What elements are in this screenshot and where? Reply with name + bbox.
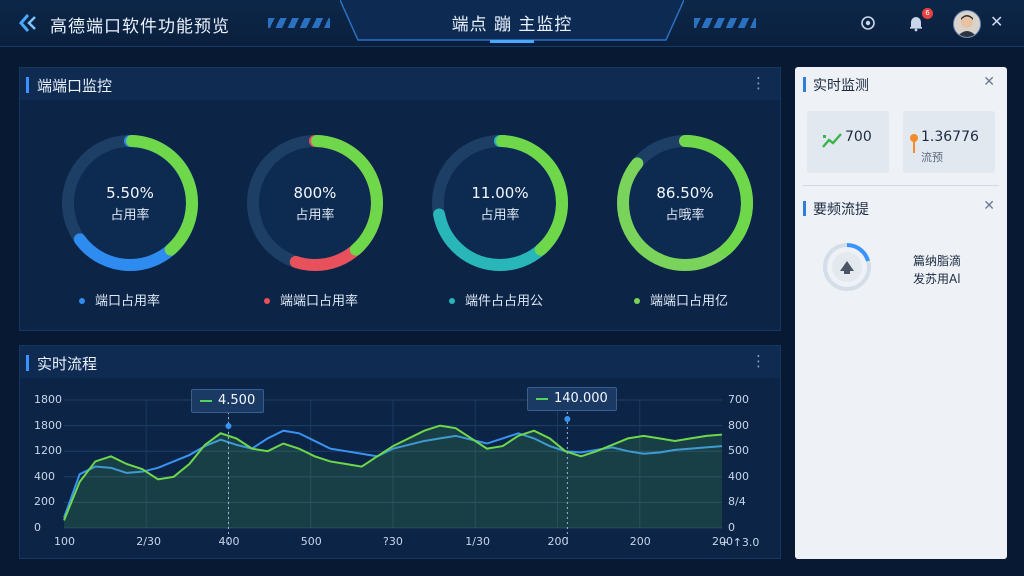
close-icon[interactable]: ✕ — [983, 198, 995, 214]
x-tick: 400 — [218, 535, 240, 548]
y-left-tick: 1200 — [34, 444, 62, 458]
x-tick: 200 — [547, 535, 569, 548]
y-right-tick: 800 — [728, 418, 749, 432]
y-right-tick: 500 — [728, 444, 749, 458]
header-accent — [803, 77, 806, 92]
x-tick: 1/30 — [465, 535, 490, 548]
tooltip-value-2: 140.000 — [554, 391, 608, 406]
stat-card-1[interactable]: 700 — [807, 111, 889, 173]
marker-point-1 — [225, 423, 232, 429]
header-accent — [803, 201, 806, 216]
divider — [803, 185, 999, 186]
y-right-tick: 8/4 — [728, 495, 746, 509]
chart-tooltip-1: 4.500 — [191, 389, 265, 413]
info-line-2: 发苏用Al — [913, 272, 961, 286]
x-tick: 100 — [54, 535, 75, 548]
y-right-tick: 700 — [728, 393, 749, 406]
y-right-tick: 400 — [728, 469, 749, 483]
monitor-header: 实时监测 ✕ — [795, 69, 1007, 101]
x-tick: 500 — [300, 535, 322, 548]
y-left-tick: 1800 — [34, 418, 62, 432]
x-tick: ?30 — [383, 535, 403, 548]
monitor-title: 实时监测 — [813, 78, 869, 94]
y-right-tick: 0 — [728, 521, 735, 534]
close-icon[interactable]: ✕ — [983, 74, 995, 90]
side-panel: 实时监测 ✕ 700 1.36776 流预 要频流提 ✕ 篇纳脂滴 发苏用Al — [795, 67, 1007, 559]
y-left-tick: 0 — [34, 521, 41, 534]
marker-point-2 — [564, 416, 571, 422]
tooltip-value-1: 4.500 — [218, 393, 256, 408]
x-tick: 200 — [629, 535, 651, 548]
x-unit: + ↑3.0 — [720, 536, 760, 549]
y-left-tick: 400 — [34, 469, 55, 483]
y-left-tick: 1800 — [34, 393, 62, 406]
flow-section-title: 要频流提 — [813, 202, 869, 218]
chart-up-icon — [822, 133, 842, 148]
pin-icon — [910, 134, 918, 153]
info-line-1: 篇纳脂滴 — [913, 254, 962, 268]
card2-sub: 流预 — [921, 151, 943, 164]
card1-value: 700 — [845, 129, 872, 145]
stat-card-2[interactable]: 1.36776 流预 — [903, 111, 995, 173]
flow-section-header: 要频流提 ✕ — [795, 193, 1007, 225]
y-left-tick: 200 — [34, 495, 55, 509]
chart-tooltip-2: 140.000 — [527, 387, 617, 411]
x-tick: 2/30 — [136, 535, 161, 548]
loading-ring — [821, 241, 873, 293]
card2-value: 1.36776 — [921, 129, 979, 145]
ring-icon — [823, 243, 871, 291]
